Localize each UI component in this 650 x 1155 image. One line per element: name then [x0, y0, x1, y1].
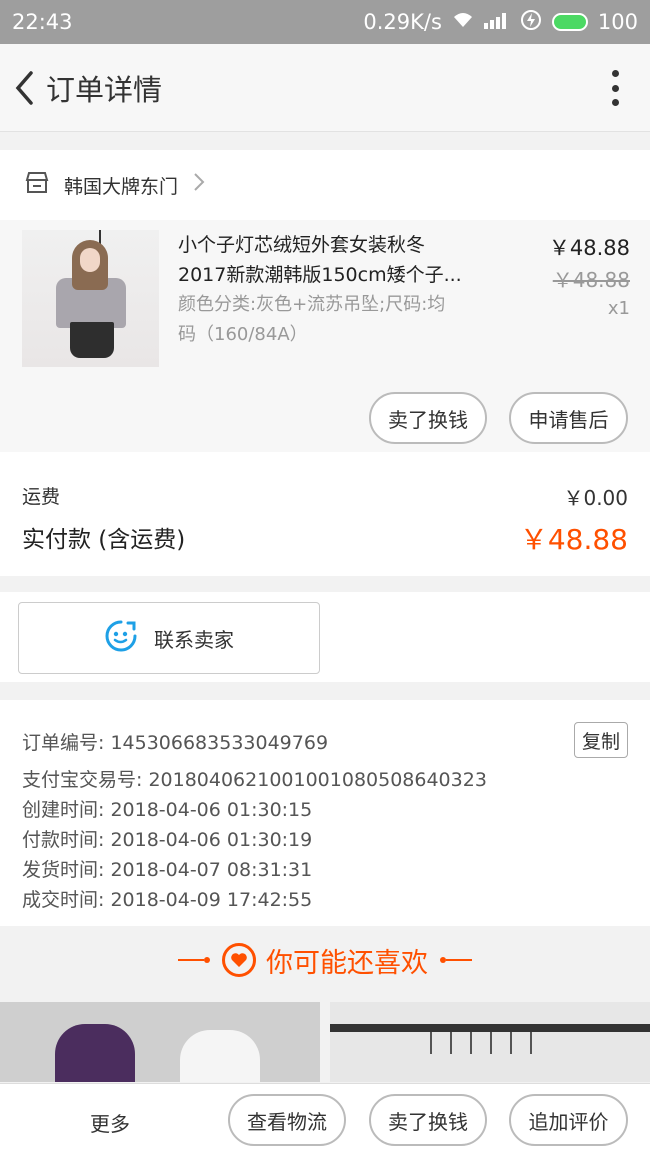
add-review-button[interactable]: 追加评价 [509, 1094, 628, 1146]
product-original-price: ￥48.88 [552, 268, 630, 292]
order-info: 订单编号: 1453066835330497​69 复制 支付宝交易号: 201… [0, 700, 650, 926]
order-number: 订单编号: 1453066835330497​69 [22, 732, 329, 754]
chevron-left-icon [15, 70, 33, 105]
battery-icon [551, 13, 588, 31]
heart-icon [222, 943, 256, 977]
recommend-item[interactable] [330, 1002, 650, 1082]
contact-section: 联系卖家 [0, 592, 650, 682]
divider-right [438, 955, 472, 965]
copy-button[interactable]: 复制 [574, 722, 628, 758]
bottom-action-bar: 更多 查看物流 卖了换钱 追加评价 [0, 1083, 650, 1155]
contact-seller-button[interactable]: 联系卖家 [18, 602, 320, 674]
chat-face-icon [104, 619, 138, 658]
product-image[interactable] [22, 230, 159, 367]
after-sale-button[interactable]: 申请售后 [509, 392, 628, 444]
product-quantity: x1 [607, 298, 630, 319]
product-title[interactable]: 小个子灯芯绒短外套女装秋冬 2017新款潮韩版150cm矮个子... [178, 230, 498, 290]
shipping-value: ￥0.00 [563, 486, 628, 510]
resell-button[interactable]: 卖了换钱 [369, 1094, 487, 1146]
more-menu-button[interactable] [610, 70, 620, 106]
view-logistics-button[interactable]: 查看物流 [228, 1094, 346, 1146]
shop-icon [24, 171, 50, 199]
product-image [330, 1024, 650, 1032]
recommend-title: 你可能还喜欢 [266, 947, 428, 979]
status-time: 22:43 [12, 10, 73, 34]
signal-icon [483, 10, 510, 34]
divider-left [178, 955, 212, 965]
charging-icon [520, 9, 542, 36]
back-button[interactable] [4, 44, 44, 132]
product-card[interactable]: 小个子灯芯绒短外套女装秋冬 2017新款潮韩版150cm矮个子... 颜色分类:… [0, 220, 650, 452]
fee-summary: 运费 ￥0.00 实付款 (含运费) ￥48.88 [0, 452, 650, 576]
created-time: 创建时间: 2018-04-06 01:30:15 [22, 799, 313, 821]
alipay-number: 支付宝交易号: 2018040621001001080508640323 [22, 769, 487, 791]
product-price: ￥48.88 [548, 236, 630, 260]
shop-row[interactable]: 韩国大牌东门 [0, 150, 650, 220]
product-image [180, 1030, 260, 1082]
shipping-label: 运费 [22, 486, 61, 508]
product-attr-line: 颜色分类:灰色+流苏吊坠;尺码:均 [178, 294, 446, 315]
paid-time: 付款时间: 2018-04-06 01:30:19 [22, 829, 313, 851]
more-button[interactable]: 更多 [90, 1108, 130, 1137]
product-title-line: 小个子灯芯绒短外套女装秋冬 [178, 234, 426, 256]
battery-level: 100 [597, 10, 638, 34]
product-image [55, 1024, 135, 1082]
shipped-time: 发货时间: 2018-04-07 08:31:31 [22, 859, 313, 881]
more-dot-icon [611, 70, 619, 77]
shop-name: 韩国大牌东门 [64, 175, 179, 198]
more-dot-icon [611, 84, 619, 92]
recommend-header: 你可能还喜欢 [0, 926, 650, 994]
chevron-right-icon [192, 171, 206, 199]
completed-time: 成交时间: 2018-04-09 17:42:55 [22, 889, 313, 911]
page-title: 订单详情 [46, 72, 163, 107]
product-attributes: 颜色分类:灰色+流苏吊坠;尺码:均 码（160/84A） [178, 290, 498, 350]
paid-value: ￥48.88 [519, 523, 628, 556]
contact-seller-label: 联系卖家 [154, 627, 234, 652]
more-dot-icon [611, 99, 619, 106]
status-bar: 22:43 0.29K/s 100 [0, 0, 650, 44]
product-attr-line: 码（160/84A） [178, 324, 308, 345]
wifi-icon [452, 10, 474, 34]
resell-button[interactable]: 卖了换钱 [369, 392, 487, 444]
recommend-item[interactable] [0, 1002, 320, 1082]
paid-label: 实付款 (含运费) [22, 527, 186, 553]
app-bar: 订单详情 [0, 44, 650, 132]
product-title-line: 2017新款潮韩版150cm矮个子... [178, 264, 462, 286]
network-speed: 0.29K/s [363, 10, 442, 34]
